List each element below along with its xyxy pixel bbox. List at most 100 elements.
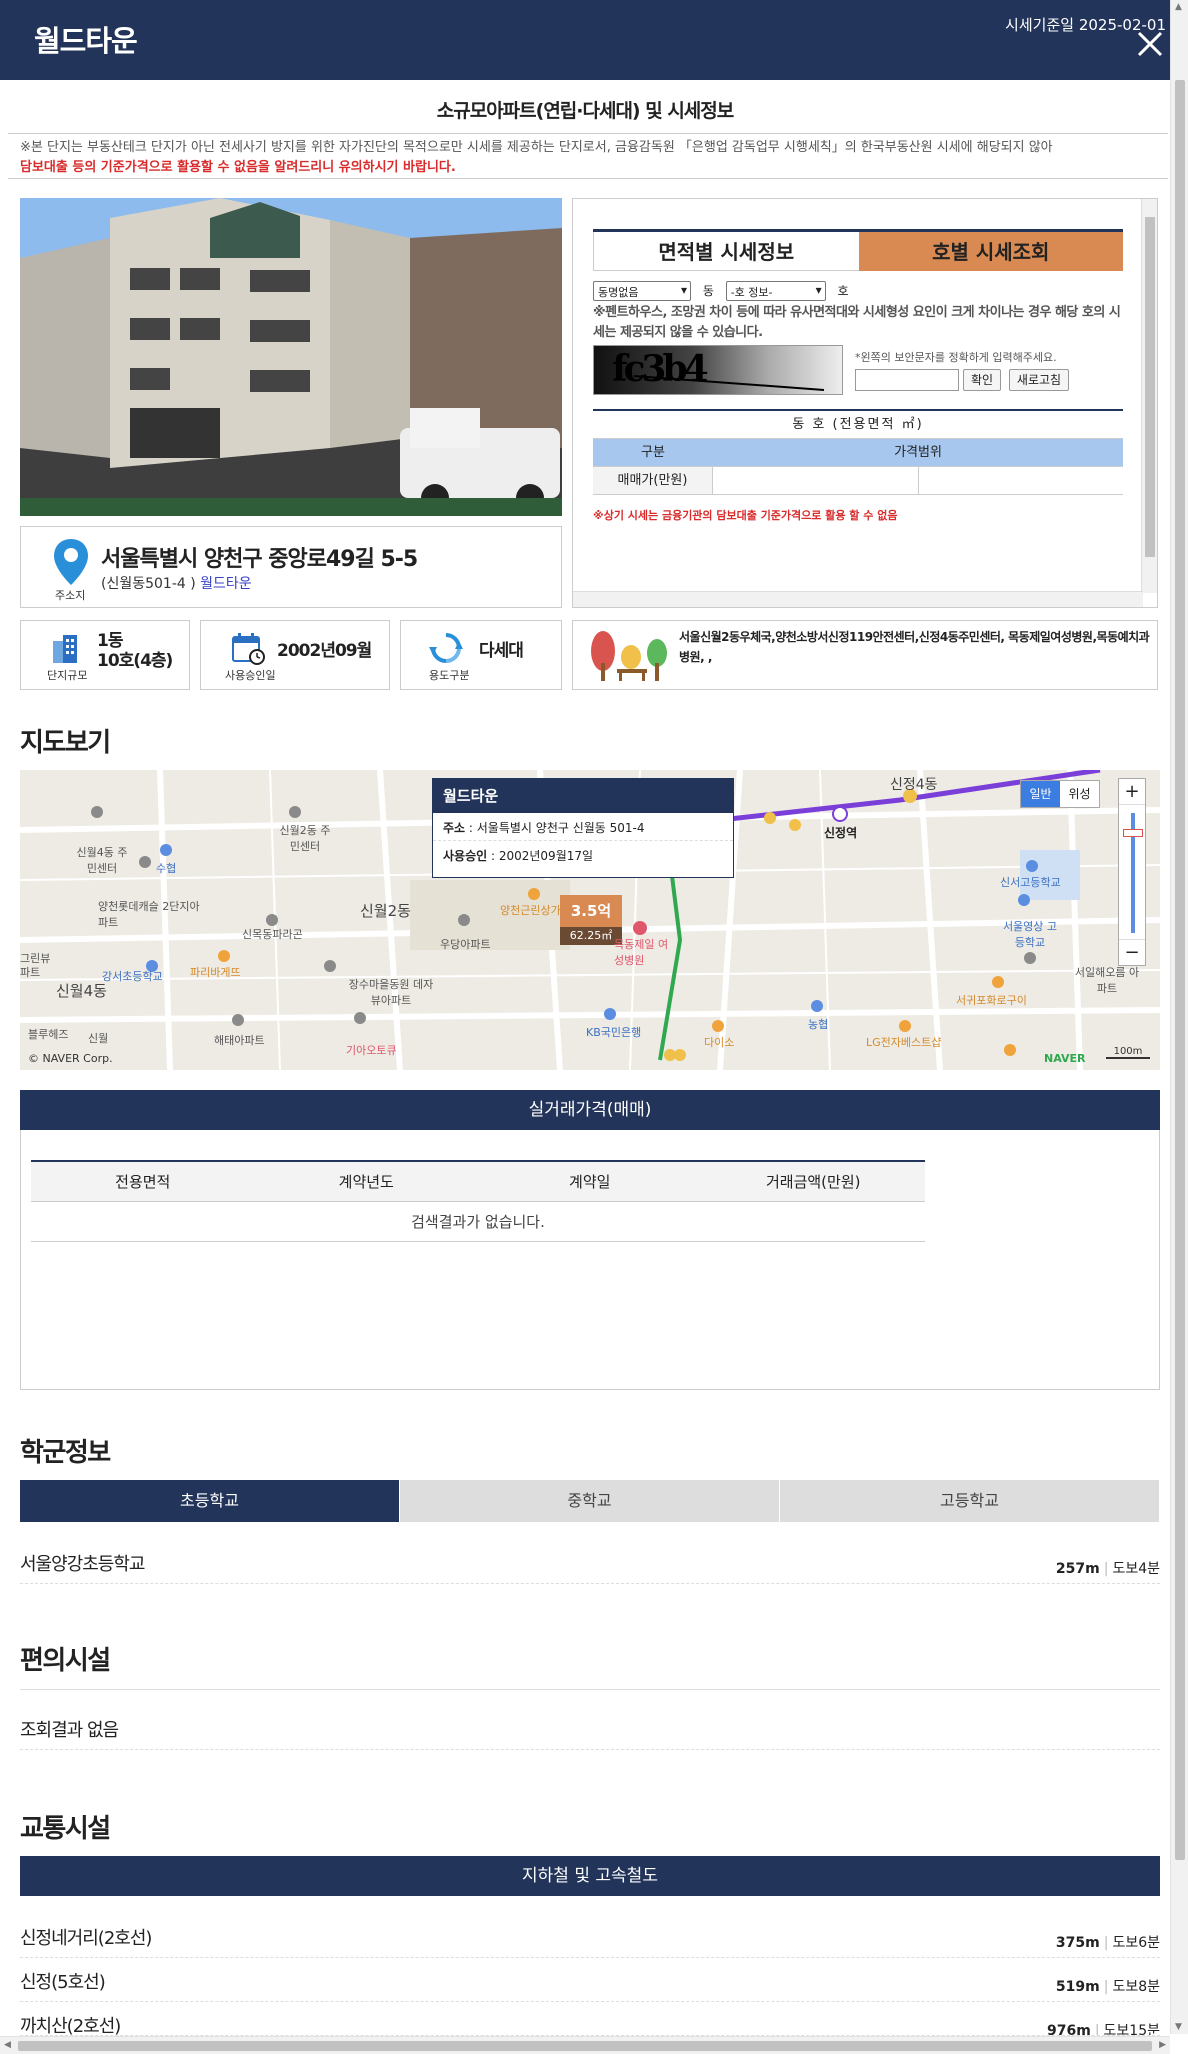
- horizontal-scroll-thumb[interactable]: [18, 2041, 1152, 2051]
- row-sale-label: 매매가(만원): [593, 467, 713, 494]
- scroll-down-arrow-icon[interactable]: ▼: [1175, 2022, 1182, 2032]
- deal-section-header: 실거래가격(매매): [20, 1090, 1160, 1130]
- list-item: 조회결과 없음: [20, 1706, 1160, 1750]
- station-name: 신정(5호선): [20, 1972, 106, 1993]
- map-label: 서울영상 고등학교: [1002, 920, 1058, 949]
- map-label: 신정역: [824, 826, 858, 840]
- approval-value: 2002년09월: [277, 641, 372, 661]
- address-sub: (신월동501-4 ) 월드타운: [101, 573, 252, 593]
- school-walk-time: 도보4분: [1112, 1561, 1160, 1577]
- scroll-up-arrow-icon[interactable]: ▲: [1175, 2, 1182, 12]
- price-red-note: ※상기 시세는 금융기관의 담보대출 기준가격으로 활용 할 수 없음: [593, 509, 898, 522]
- confirm-button[interactable]: 확인: [963, 369, 1001, 391]
- tab-unit-price[interactable]: 호별 시세조회: [858, 232, 1123, 271]
- price-marker[interactable]: 3.5억 62.25㎡: [560, 895, 622, 945]
- map-label: 우당아파트: [440, 938, 491, 951]
- map-view[interactable]: 월드타운 주소 : 서울특별시 양천구 신월동 501-4 사용승인 : 200…: [20, 770, 1160, 1070]
- map-label: LG전자베스트샵: [866, 1036, 942, 1049]
- popup-addr-label: 주소: [443, 821, 466, 835]
- col-range: 가격범위: [894, 445, 942, 460]
- zoom-in-button[interactable]: +: [1119, 779, 1145, 805]
- map-normal-button[interactable]: 일반: [1021, 781, 1060, 807]
- refresh-button[interactable]: 새로고침: [1009, 369, 1069, 391]
- page-title: 소규모아파트(연립·다세대) 및 시세정보: [436, 100, 735, 122]
- building-photo: [20, 198, 562, 516]
- address-main: 서울특별시 양천구 중앙로49길 5-5: [101, 547, 418, 572]
- popup-title: 월드타운: [433, 779, 733, 813]
- station-distance: 519m | 도보8분: [1055, 1979, 1160, 1995]
- deal-table: 전용면적 계약년도 계약일 거래금액(만원) 검색결과가 없습니다.: [31, 1160, 925, 1242]
- map-label: 서귀포화로구이: [956, 994, 1027, 1007]
- station-walk-time: 도보15분: [1103, 2023, 1160, 2036]
- map-label: 양천근린상가: [500, 904, 561, 917]
- scroll-right-arrow-icon[interactable]: ▶: [1159, 2040, 1166, 2050]
- close-icon[interactable]: [1134, 28, 1166, 60]
- page-horizontal-scrollbar[interactable]: ◀ ▶: [0, 2036, 1170, 2054]
- vertical-scroll-thumb[interactable]: [1175, 80, 1185, 1860]
- panel-scrollbar[interactable]: [1141, 199, 1157, 593]
- map-popup: 월드타운 주소 : 서울특별시 양천구 신월동 501-4 사용승인 : 200…: [432, 778, 734, 878]
- marker-area: 62.25㎡: [560, 927, 622, 945]
- station-name: 까치산(2호선): [20, 2016, 121, 2036]
- map-label: 양천롯데캐슬 2단지아파트: [98, 900, 200, 929]
- recycle-icon: [429, 633, 463, 663]
- captcha-hint: *왼쪽의 보안문자를 정확하게 입력해주세요.: [855, 351, 1057, 364]
- tab-middle[interactable]: 중학교: [400, 1480, 780, 1522]
- address-lot: (신월동501-4 ): [101, 576, 196, 592]
- transit-subheader: 지하철 및 고속철도: [20, 1856, 1160, 1896]
- panel-hscrollbar[interactable]: [573, 591, 1143, 607]
- tab-high[interactable]: 고등학교: [780, 1480, 1160, 1522]
- popup-appr-row: 사용승인 : 2002년09월17일: [443, 849, 594, 863]
- map-scale: 100m: [1106, 1046, 1150, 1059]
- map-label: 파리바게뜨: [190, 966, 241, 979]
- penthouse-warning: ※펜트하우스, 조망권 차이 등에 따라 유사면적대와 시세형성 요인이 크게 …: [593, 305, 1121, 340]
- usage-value: 다세대: [479, 641, 524, 661]
- list-item: 신정(5호선) 519m | 도보8분: [20, 1958, 1160, 2002]
- address-box: 주소지 서울특별시 양천구 중앙로49길 5-5 (신월동501-4 ) 월드타…: [20, 526, 562, 608]
- scroll-left-arrow-icon[interactable]: ◀: [4, 2040, 11, 2050]
- col-kind: 구분: [641, 445, 665, 460]
- deal-col-area: 전용면적: [115, 1173, 171, 1191]
- price-tabs: 면적별 시세정보 호별 시세조회: [593, 229, 1123, 271]
- popup-addr: 서울특별시 양천구 신월동 501-4: [476, 821, 645, 835]
- map-label: 신월2동 주민센터: [279, 824, 331, 853]
- info-usage: 용도구분 다세대: [400, 620, 562, 690]
- station-distance: 375m | 도보6분: [1055, 1935, 1160, 1951]
- station-dist-value: 375m: [1055, 1935, 1100, 1951]
- notice-warning: 담보대출 등의 기준가격으로 활용할 수 없음을 알려드리니 유의하시기 바랍니…: [20, 160, 456, 175]
- table-title-row: 동 호 (전용면적 ㎡): [593, 411, 1123, 439]
- notice-line: ※본 단지는 부동산테크 단지가 아닌 전세사기 방지를 위한 자가진단의 목적…: [20, 140, 1053, 155]
- popup-addr-row: 주소 : 서울특별시 양천구 신월동 501-4: [433, 813, 733, 841]
- dong-select[interactable]: 동명없음: [593, 281, 691, 301]
- map-satellite-button[interactable]: 위성: [1060, 781, 1099, 807]
- map-label: KB국민은행: [586, 1026, 642, 1039]
- school-distance: 257m | 도보4분: [1055, 1561, 1160, 1577]
- map-label: 신월4동: [56, 982, 107, 1000]
- zoom-slider-handle[interactable]: [1123, 829, 1143, 837]
- tab-elementary[interactable]: 초등학교: [20, 1480, 400, 1522]
- deal-empty-row: 검색결과가 없습니다.: [31, 1202, 925, 1242]
- tab-area-price[interactable]: 면적별 시세정보: [593, 232, 859, 271]
- scale-value-ho: 10호(4층): [97, 651, 173, 671]
- deal-section: 전용면적 계약년도 계약일 거래금액(만원) 검색결과가 없습니다.: [20, 1130, 1160, 1390]
- complex-link[interactable]: 월드타운: [200, 576, 252, 592]
- scale-value-dong: 1동: [97, 631, 123, 651]
- table-header-row: 구분 가격범위: [593, 439, 1123, 467]
- school-name: 서울양강초등학교: [20, 1554, 145, 1575]
- zoom-out-button[interactable]: −: [1119, 939, 1145, 965]
- map-label: 강서초등학교: [102, 970, 163, 983]
- captcha-input[interactable]: [855, 369, 959, 391]
- school-dist-value: 257m: [1055, 1561, 1100, 1577]
- map-label: 다이소: [704, 1036, 735, 1049]
- deal-col-amount: 거래금액(만원): [765, 1173, 861, 1191]
- table-row: 매매가(만원): [593, 467, 1123, 495]
- ho-select[interactable]: -호 정보-: [725, 281, 826, 301]
- map-label: 기아오토큐: [346, 1044, 397, 1057]
- park-icon: [591, 631, 667, 681]
- map-section-title: 지도보기: [20, 728, 111, 758]
- map-label: 서일해오름 아파트: [1074, 966, 1140, 995]
- convenience-section-title: 편의시설: [20, 1646, 111, 1676]
- page-vertical-scrollbar[interactable]: ▲ ▼: [1170, 0, 1188, 2034]
- nearby-text: 서울신월2동우체국,양천소방서신정119안전센터,신정4동주민센터, 목동제일여…: [679, 630, 1150, 664]
- deal-col-year: 계약년도: [338, 1173, 394, 1191]
